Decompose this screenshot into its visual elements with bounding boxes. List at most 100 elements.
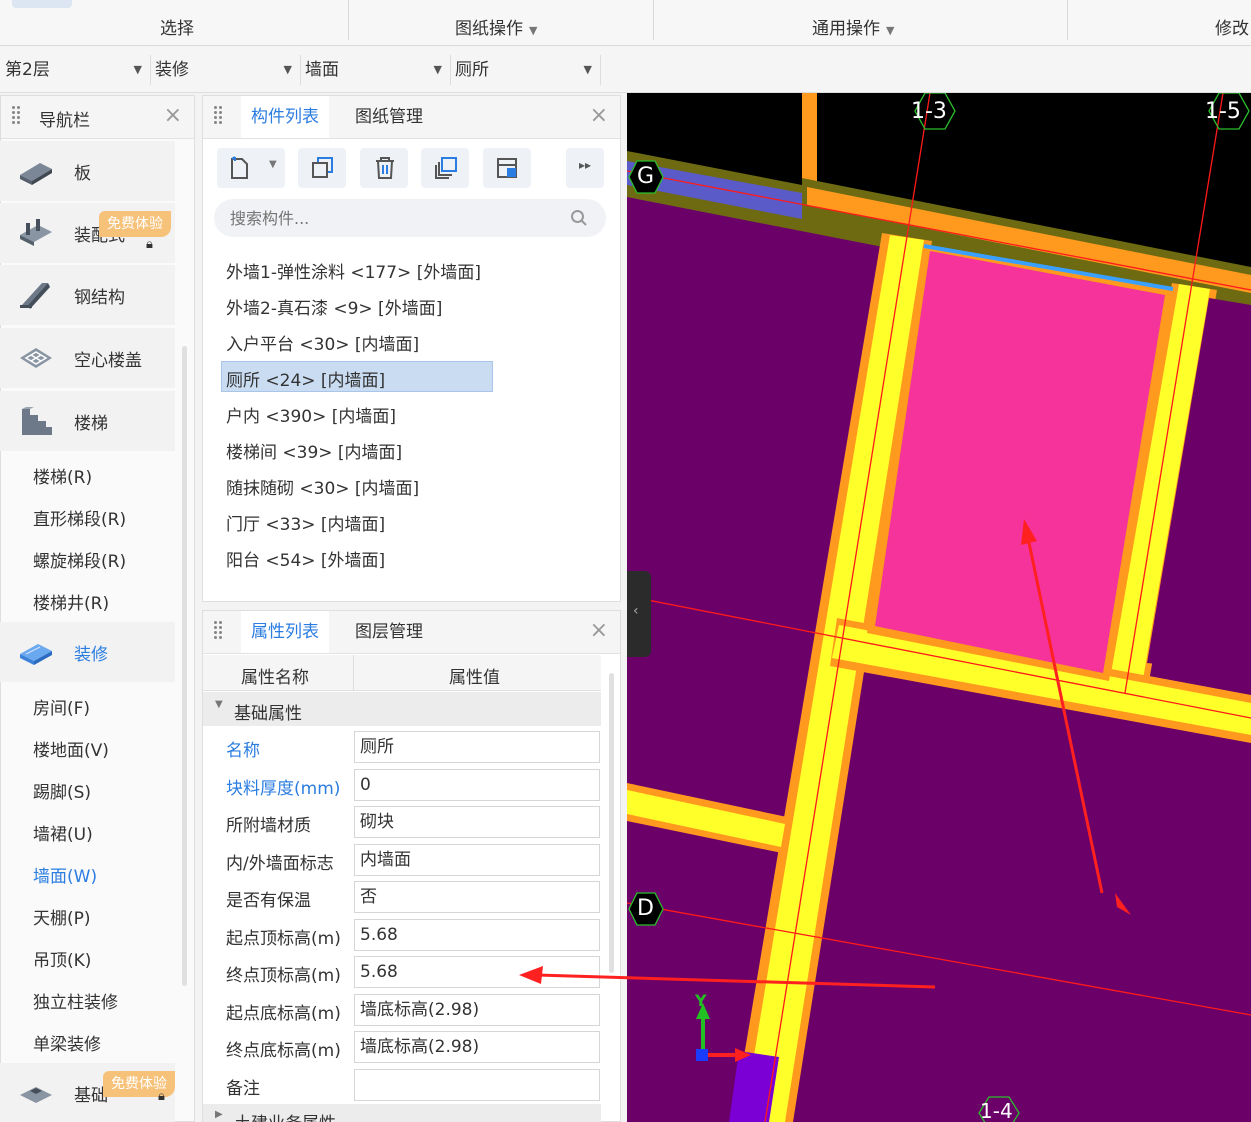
decoration-icon xyxy=(20,644,52,665)
property-name: 所附墙材质 xyxy=(226,816,311,836)
component-item[interactable]: 楼梯间 <39> [内墙面] xyxy=(226,438,402,463)
nav-item-straight-flight[interactable]: 直形梯段(R) xyxy=(33,505,126,530)
ribbon-group-drawing-ops[interactable]: 图纸操作 ▼ xyxy=(455,14,537,39)
nav-item-spiral-flight[interactable]: 螺旋梯段(R) xyxy=(33,547,126,572)
nav-category-label: 装修 xyxy=(74,645,108,665)
nav-category-foundation[interactable]: 基础 免费体验 🔒︎ xyxy=(0,1063,175,1122)
new-file-icon xyxy=(231,156,248,179)
component-item[interactable]: 门厅 <33> [内墙面] xyxy=(226,510,385,535)
component-item-selected[interactable]: 厕所 <24> [内墙面] xyxy=(226,366,385,391)
search-icon[interactable] xyxy=(570,209,588,227)
layer-copy-button[interactable] xyxy=(421,148,469,188)
ribbon-modify-label: 修改 xyxy=(1215,19,1249,39)
property-scrollbar[interactable] xyxy=(609,673,614,973)
close-icon[interactable]: × xyxy=(164,104,182,128)
property-value-thickness[interactable]: 0 xyxy=(354,769,600,801)
nav-item-suspended-ceiling[interactable]: 吊顶(K) xyxy=(33,946,91,971)
nav-scrollbar[interactable] xyxy=(182,346,187,986)
chevron-down-icon: ▼ xyxy=(886,24,895,37)
ribbon-active-button[interactable] xyxy=(12,0,72,8)
nav-category-steel[interactable]: 钢结构 xyxy=(0,265,175,325)
delete-button[interactable] xyxy=(360,148,408,188)
ribbon: 选择 图纸操作 ▼ 通用操作 ▼ 修改 xyxy=(0,0,1251,46)
nav-category-decoration[interactable]: 装修 xyxy=(0,622,175,682)
nav-category-slab[interactable]: 板 xyxy=(0,141,175,201)
ribbon-group-modify[interactable]: 修改 xyxy=(1215,14,1249,39)
drag-handle-icon[interactable] xyxy=(11,105,21,125)
copy-button[interactable] xyxy=(298,148,346,188)
nav-item-stairwell[interactable]: 楼梯井(R) xyxy=(33,589,109,614)
collapse-panel-handle[interactable]: ‹ xyxy=(627,571,651,657)
lock-icon: 🔒︎ xyxy=(158,1089,165,1104)
nav-item-room[interactable]: 房间(F) xyxy=(33,694,90,719)
steel-structure-icon xyxy=(20,283,50,309)
nav-item-stairs[interactable]: 楼梯(R) xyxy=(33,463,92,488)
component-search[interactable] xyxy=(214,199,606,237)
property-value-remark[interactable] xyxy=(354,1069,600,1101)
property-value-start-top-elev[interactable]: 5.68 xyxy=(354,919,600,951)
nav-item-beam-finish[interactable]: 单梁装修 xyxy=(33,1030,101,1055)
tab-property-list[interactable]: 属性列表 xyxy=(241,611,329,653)
slab-icon xyxy=(20,163,52,185)
close-icon[interactable]: × xyxy=(590,104,608,128)
close-icon[interactable]: × xyxy=(590,619,608,643)
component-item[interactable]: 随抹随砌 <30> [内墙面] xyxy=(226,474,419,499)
property-value-inner-outer[interactable]: 内墙面 xyxy=(354,844,600,876)
copy-icon xyxy=(312,157,333,178)
nav-category-label: 板 xyxy=(74,164,91,184)
group-civil-properties[interactable]: ▶ 土建业务属性 xyxy=(203,1104,601,1122)
nav-category-prefab[interactable]: 装配式 免费体验 🔒︎ xyxy=(0,203,175,263)
nav-category-hollow-floor[interactable]: 空心楼盖 xyxy=(0,328,175,388)
property-panel-header: 属性列表 图层管理 × xyxy=(203,611,620,654)
more-tools-button[interactable]: ▸▸ xyxy=(566,148,604,188)
component-item[interactable]: 户内 <390> [内墙面] xyxy=(226,402,396,427)
nav-item-wall-surface[interactable]: 墙面(W) xyxy=(33,862,97,887)
property-value-end-bottom-elev[interactable]: 墙底标高(2.98) xyxy=(354,1031,600,1063)
tab-drawing-management[interactable]: 图纸管理 xyxy=(345,96,433,138)
nav-item-floor-surface[interactable]: 楼地面(V) xyxy=(33,736,109,761)
tab-layer-management[interactable]: 图层管理 xyxy=(345,611,433,653)
ribbon-group-select[interactable]: 选择 xyxy=(160,14,194,39)
tab-component-list[interactable]: 构件列表 xyxy=(241,96,329,138)
nav-item-column-finish[interactable]: 独立柱装修 xyxy=(33,988,118,1013)
component-select-value: 厕所 xyxy=(455,60,489,80)
component-item[interactable]: 阳台 <54> [外墙面] xyxy=(226,546,385,571)
nav-item-ceiling[interactable]: 天棚(P) xyxy=(33,904,91,929)
prefab-icon xyxy=(20,219,52,246)
group-basic-properties[interactable]: ▼ 基础属性 xyxy=(203,692,601,726)
nav-item-dado[interactable]: 墙裙(U) xyxy=(33,820,93,845)
filter-button[interactable] xyxy=(483,148,531,188)
divider xyxy=(600,55,601,85)
drag-handle-icon[interactable] xyxy=(213,105,223,125)
floor-select[interactable]: 第2层 ▼ xyxy=(0,47,150,93)
drag-handle-icon[interactable] xyxy=(213,620,223,640)
wall-edge xyxy=(802,93,817,181)
property-value-name[interactable]: 厕所 xyxy=(354,731,600,763)
new-component-button[interactable]: ▼ xyxy=(217,148,285,188)
component-item[interactable]: 外墙1-弹性涂料 <177> [外墙面] xyxy=(226,258,481,283)
property-value-insulation[interactable]: 否 xyxy=(354,881,600,913)
filter-component-icon xyxy=(497,158,517,178)
type-select-value: 墙面 xyxy=(305,60,339,80)
chevron-down-icon: ▼ xyxy=(433,63,442,76)
annotation-arrow xyxy=(536,973,936,989)
chevron-down-icon: ▼ xyxy=(283,63,292,76)
chevron-down-icon: ▼ xyxy=(529,24,538,37)
ribbon-divider xyxy=(1067,0,1068,40)
component-item[interactable]: 入户平台 <30> [内墙面] xyxy=(226,330,419,355)
ucs-origin xyxy=(696,1049,708,1061)
type-select[interactable]: 墙面 ▼ xyxy=(300,47,450,93)
component-item[interactable]: 外墙2-真石漆 <9> [外墙面] xyxy=(226,294,442,319)
component-select[interactable]: 厕所 ▼ xyxy=(450,47,600,93)
nav-category-label: 空心楼盖 xyxy=(74,351,142,371)
category-select[interactable]: 装修 ▼ xyxy=(150,47,300,93)
search-input[interactable] xyxy=(228,199,558,237)
column-header-name: 属性名称 xyxy=(241,668,309,688)
column-header-value: 属性值 xyxy=(449,668,500,688)
nav-item-skirting[interactable]: 踢脚(S) xyxy=(33,778,91,803)
property-value-wall-material[interactable]: 砌块 xyxy=(354,806,600,838)
ribbon-divider xyxy=(653,0,654,40)
ribbon-group-common-ops[interactable]: 通用操作 ▼ xyxy=(812,14,894,39)
arrow-head-icon xyxy=(519,966,543,984)
nav-category-stairs[interactable]: 楼梯 xyxy=(0,391,175,451)
